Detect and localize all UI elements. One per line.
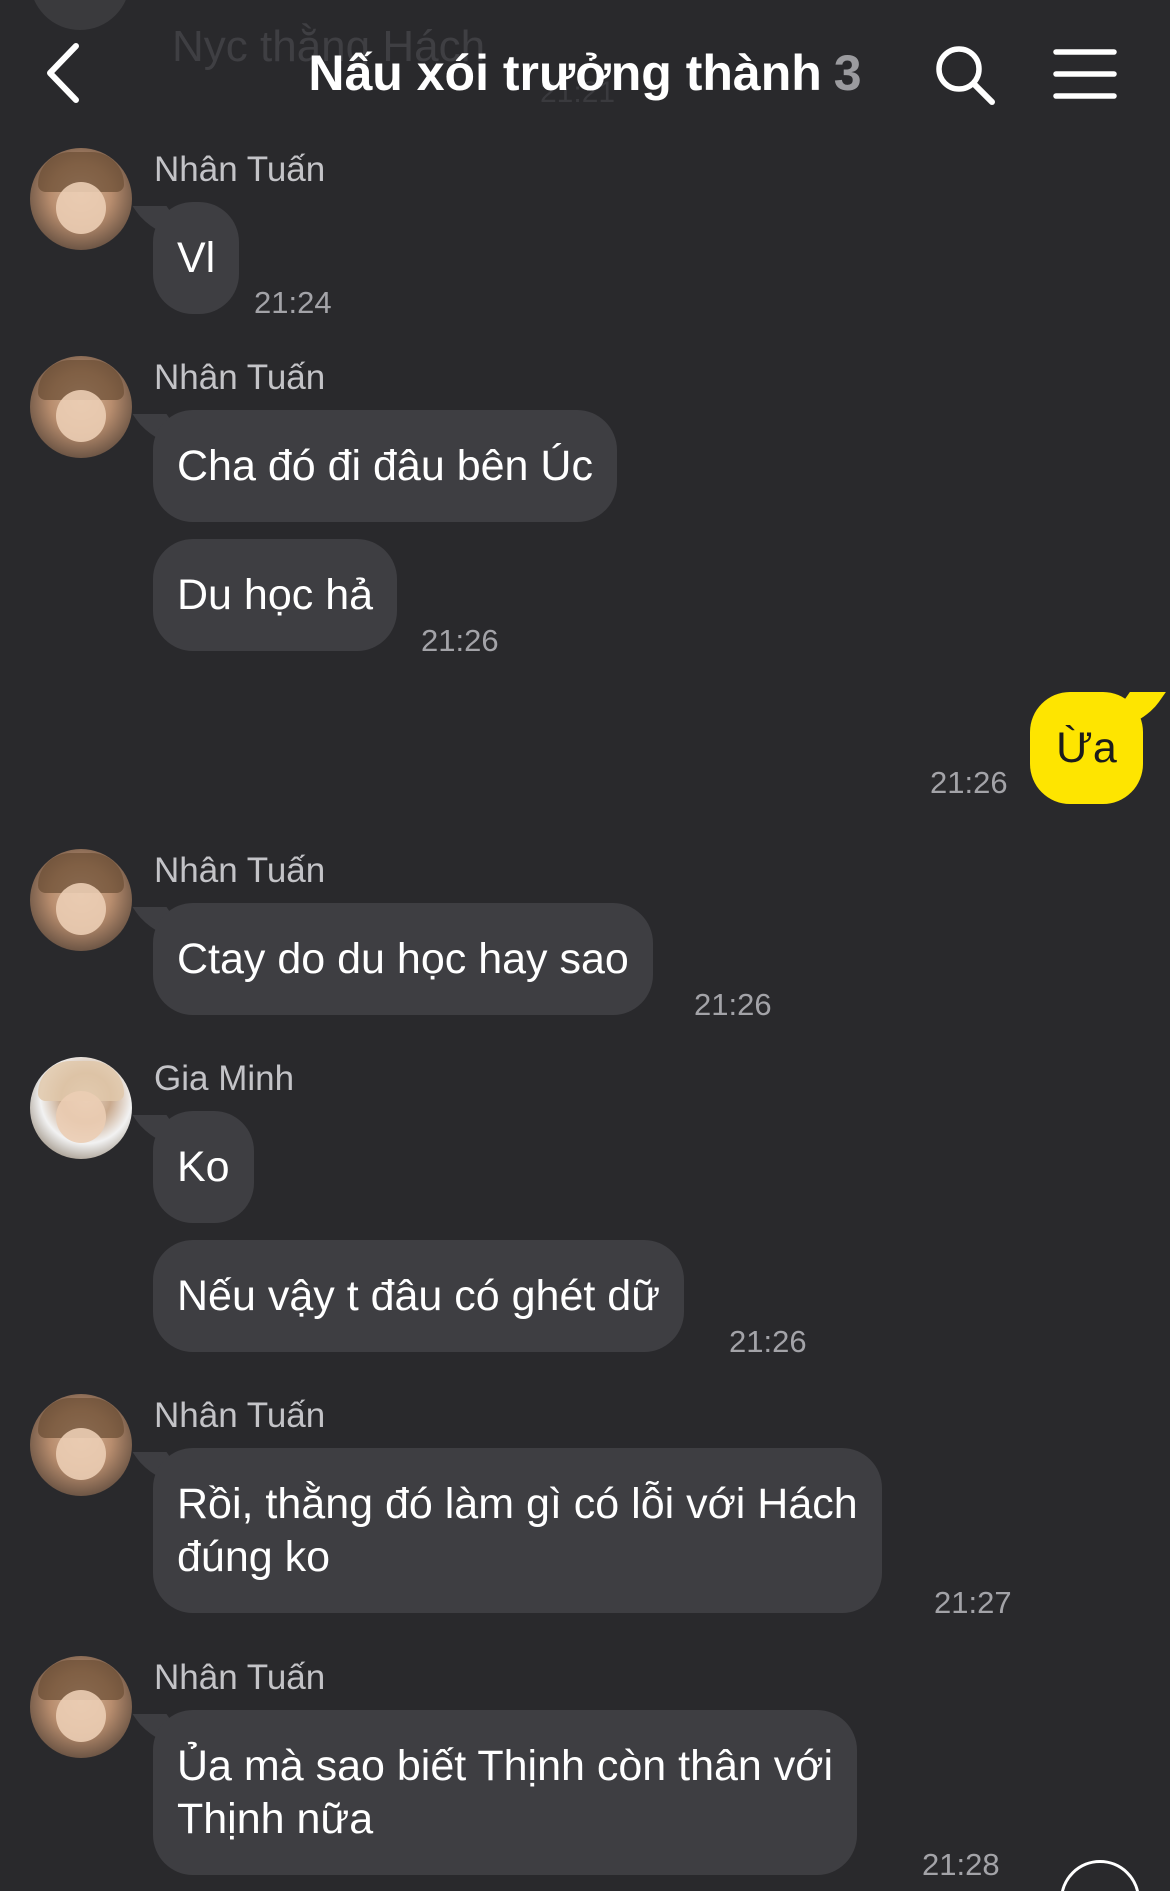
message-line: đúng ko xyxy=(177,1533,331,1581)
sender-name: Nhân Tuấn xyxy=(154,358,326,397)
message-time: 21:26 xyxy=(729,1324,807,1359)
sender-name: Nhân Tuấn xyxy=(154,851,326,890)
message-bubble[interactable]: Du học hả xyxy=(153,539,398,651)
faded-avatar xyxy=(30,0,130,30)
outgoing-message-bubble[interactable]: Ừa xyxy=(1030,692,1143,804)
message-time: 21:27 xyxy=(934,1585,1012,1620)
message-time: 21:26 xyxy=(421,623,499,658)
avatar-nhan-tuan[interactable] xyxy=(30,148,132,250)
message-line: Ủa mà sao biết Thịnh còn thân với xyxy=(177,1742,834,1790)
message-time: 21:28 xyxy=(922,1847,1000,1882)
message-bubble[interactable]: Rồi, thằng đó làm gì có lỗi với Hách đún… xyxy=(153,1448,882,1613)
message-bubble[interactable]: Ủa mà sao biết Thịnh còn thân với Thịnh … xyxy=(153,1710,858,1875)
sender-name: Nhân Tuấn xyxy=(154,1658,326,1697)
message-line: Rồi, thằng đó làm gì có lỗi với Hách xyxy=(177,1480,858,1528)
message-time: 21:26 xyxy=(930,765,1008,800)
message-bubble[interactable]: Ctay do du học hay sao xyxy=(153,903,653,1015)
message-time: 21:24 xyxy=(254,285,332,320)
sender-name: Nhân Tuấn xyxy=(154,150,326,189)
search-button[interactable] xyxy=(930,40,1000,110)
message-time: 21:26 xyxy=(694,987,772,1022)
chat-header: Nyc thằng Hách 21:21 Nấu xói trưởng thàn… xyxy=(0,0,1170,140)
sender-name: Nhân Tuấn xyxy=(154,1396,326,1435)
chat-screen: Nyc thằng Hách 21:21 Nấu xói trưởng thàn… xyxy=(0,0,1170,1891)
hamburger-menu-icon xyxy=(1053,49,1117,99)
menu-button[interactable] xyxy=(1050,44,1120,104)
message-text: Ủa mà sao biết Thịnh còn thân với Thịnh … xyxy=(177,1740,833,1846)
avatar-nhan-tuan[interactable] xyxy=(30,1656,132,1758)
chat-title-text: Nấu xói trưởng thành xyxy=(308,45,822,101)
avatar-nhan-tuan[interactable] xyxy=(30,1394,132,1496)
message-bubble[interactable]: Nếu vậy t đâu có ghét dữ xyxy=(153,1240,684,1352)
avatar-gia-minh[interactable] xyxy=(30,1057,132,1159)
search-icon xyxy=(936,46,995,105)
member-count: 3 xyxy=(833,45,862,101)
avatar-nhan-tuan[interactable] xyxy=(30,849,132,951)
message-bubble[interactable]: Cha đó đi đâu bên Úc xyxy=(153,410,617,522)
message-bubble[interactable]: Vl xyxy=(153,202,240,314)
avatar-nhan-tuan[interactable] xyxy=(30,356,132,458)
message-text: Rồi, thằng đó làm gì có lỗi với Hách đún… xyxy=(177,1478,858,1584)
sender-name: Gia Minh xyxy=(154,1059,295,1098)
scroll-to-bottom-button[interactable] xyxy=(1060,1860,1140,1891)
message-line: Thịnh nữa xyxy=(177,1795,374,1843)
message-bubble[interactable]: Ko xyxy=(153,1111,254,1223)
